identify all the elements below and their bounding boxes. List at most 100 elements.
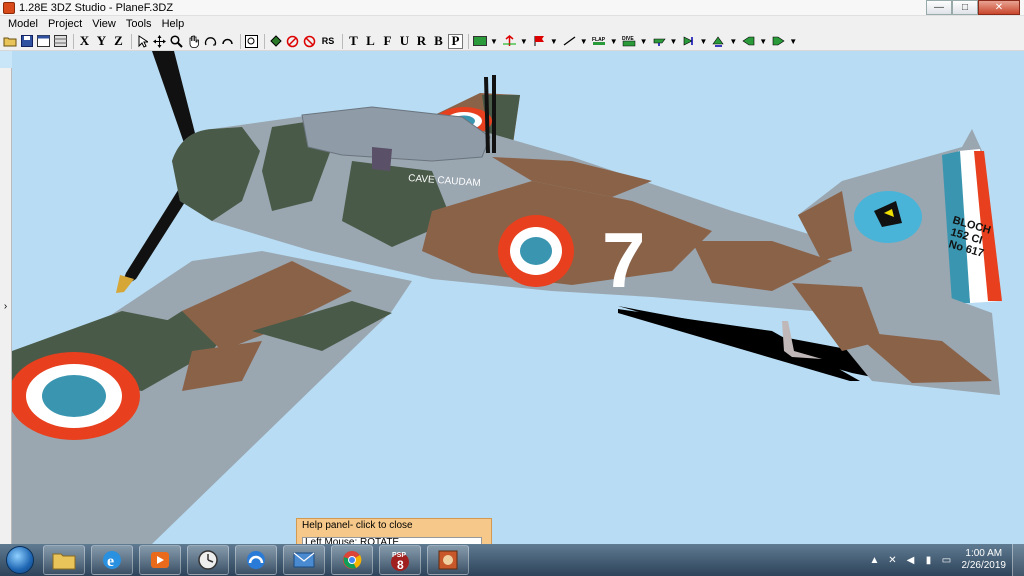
toolbar-separator xyxy=(131,33,132,49)
move-icon[interactable] xyxy=(152,34,167,49)
menu-bar: Model Project View Tools Help xyxy=(0,16,1024,32)
fuselage-number: 7 xyxy=(602,216,645,304)
taskbar: e PSP 8 ▲ ✕ ◀ ▮ ▭ 1:00 AM 2/26/2019 xyxy=(0,544,1024,576)
save-icon[interactable] xyxy=(19,34,34,49)
open-folder-icon[interactable] xyxy=(2,34,17,49)
media-player-icon xyxy=(151,552,169,568)
menu-help[interactable]: Help xyxy=(157,18,190,30)
toolbar-separator xyxy=(342,33,343,49)
wing-right-icon[interactable] xyxy=(771,34,786,49)
wing-left-icon[interactable] xyxy=(741,34,756,49)
toolbar-separator xyxy=(73,33,74,49)
view-under-button[interactable]: U xyxy=(397,33,412,49)
psp-icon: PSP8 xyxy=(391,552,409,572)
network-status-icon[interactable]: ✕ xyxy=(887,554,899,566)
browser-icon xyxy=(247,551,265,569)
taskbar-internet-explorer[interactable]: e xyxy=(91,545,133,575)
close-button[interactable]: ✕ xyxy=(978,0,1020,15)
taskbar-psp[interactable]: PSP 8 xyxy=(379,545,421,575)
part-select-icon[interactable] xyxy=(472,34,487,49)
rotate-icon[interactable] xyxy=(203,34,218,49)
arrow-up-red-icon[interactable] xyxy=(502,34,517,49)
3d-viewport[interactable]: 7 CAVE CAUDAM BLOCH 152 CI No 617 xyxy=(12,51,1024,544)
line-icon[interactable] xyxy=(562,34,577,49)
minimize-button[interactable]: — xyxy=(926,0,952,15)
toolbar-separator xyxy=(240,33,241,49)
svg-text:e: e xyxy=(107,553,114,570)
volume-icon[interactable]: ◀ xyxy=(905,554,917,566)
main-toolbar: X Y Z RS T L F U R B P ▼ ▼ ▼ ▼ FLAP ▼ DIV… xyxy=(0,32,1024,51)
axis-x-button[interactable]: X xyxy=(77,33,92,49)
zoom-icon[interactable] xyxy=(169,34,184,49)
view-right-button[interactable]: R xyxy=(414,33,429,49)
chrome-icon xyxy=(343,551,362,569)
chevron-down-icon[interactable]: ▼ xyxy=(789,37,797,46)
psp-badge: 8 xyxy=(397,558,404,572)
battery-icon[interactable]: ▭ xyxy=(941,554,953,566)
taskbar-outlook[interactable] xyxy=(283,545,325,575)
taskbar-browser[interactable] xyxy=(235,545,277,575)
chevron-down-icon[interactable]: ▼ xyxy=(580,37,588,46)
rs-label: RS xyxy=(321,36,335,46)
chevron-down-icon[interactable]: ▼ xyxy=(699,37,707,46)
windows-logo-icon xyxy=(6,546,34,574)
flap-icon[interactable]: FLAP xyxy=(592,34,607,49)
game-app-icon xyxy=(438,550,458,570)
chevron-right-icon: › xyxy=(3,300,8,312)
view-left-button[interactable]: L xyxy=(363,33,378,49)
menu-project[interactable]: Project xyxy=(43,18,87,30)
no-texture-icon[interactable] xyxy=(285,34,300,49)
chevron-down-icon[interactable]: ▼ xyxy=(520,37,528,46)
flag-icon[interactable] xyxy=(532,34,547,49)
signal-icon[interactable]: ▮ xyxy=(923,554,935,566)
chevron-down-icon[interactable]: ▼ xyxy=(610,37,618,46)
view-top-button[interactable]: T xyxy=(346,33,361,49)
taskbar-explorer[interactable] xyxy=(43,545,85,575)
rudder-icon[interactable] xyxy=(681,34,696,49)
system-tray: ▲ ✕ ◀ ▮ ▭ 1:00 AM 2/26/2019 xyxy=(866,544,1024,576)
app-icon xyxy=(3,1,15,14)
toolbar-separator xyxy=(468,33,469,49)
window-icon[interactable] xyxy=(36,34,51,49)
no-color-icon[interactable] xyxy=(302,34,317,49)
side-panel-handle[interactable]: › xyxy=(0,68,12,544)
view-perspective-button[interactable]: P xyxy=(448,33,463,49)
view-front-button[interactable]: F xyxy=(380,33,395,49)
help-panel-title: Help panel- click to close xyxy=(302,520,413,531)
dive-icon[interactable]: DIVE xyxy=(622,34,637,49)
show-desktop-button[interactable] xyxy=(1012,544,1024,576)
menu-view[interactable]: View xyxy=(87,18,121,30)
menu-tools[interactable]: Tools xyxy=(121,18,157,30)
taskbar-game-app[interactable] xyxy=(427,545,469,575)
axis-y-button[interactable]: Y xyxy=(94,33,109,49)
rs-button[interactable]: RS xyxy=(319,34,337,49)
aileron-icon[interactable] xyxy=(652,34,667,49)
taskbar-clock-app[interactable] xyxy=(187,545,229,575)
orbit-icon[interactable] xyxy=(220,34,235,49)
start-button[interactable] xyxy=(0,544,40,576)
grid-icon[interactable] xyxy=(53,34,68,49)
clock-app-icon xyxy=(198,550,218,570)
view-back-button[interactable]: B xyxy=(431,33,446,49)
ie-icon: e xyxy=(103,551,121,570)
chevron-down-icon[interactable]: ▼ xyxy=(759,37,767,46)
maximize-button[interactable]: □ xyxy=(952,0,978,15)
pointer-icon[interactable] xyxy=(135,34,150,49)
menu-model[interactable]: Model xyxy=(3,18,43,30)
window-controls: — □ ✕ xyxy=(926,0,1020,15)
zoom-region-icon[interactable] xyxy=(244,34,259,49)
mail-icon xyxy=(293,552,315,568)
chevron-down-icon[interactable]: ▼ xyxy=(729,37,737,46)
elevator-icon[interactable] xyxy=(711,34,726,49)
paint-bucket-icon[interactable] xyxy=(268,34,283,49)
clock[interactable]: 1:00 AM 2/26/2019 xyxy=(962,548,1007,572)
chevron-up-icon[interactable]: ▲ xyxy=(869,554,881,566)
chevron-down-icon[interactable]: ▼ xyxy=(670,37,678,46)
chevron-down-icon[interactable]: ▼ xyxy=(640,37,648,46)
chevron-down-icon[interactable]: ▼ xyxy=(550,37,558,46)
hand-icon[interactable] xyxy=(186,34,201,49)
chevron-down-icon[interactable]: ▼ xyxy=(490,37,498,46)
axis-z-button[interactable]: Z xyxy=(111,33,126,49)
taskbar-media-player[interactable] xyxy=(139,545,181,575)
taskbar-chrome[interactable] xyxy=(331,545,373,575)
